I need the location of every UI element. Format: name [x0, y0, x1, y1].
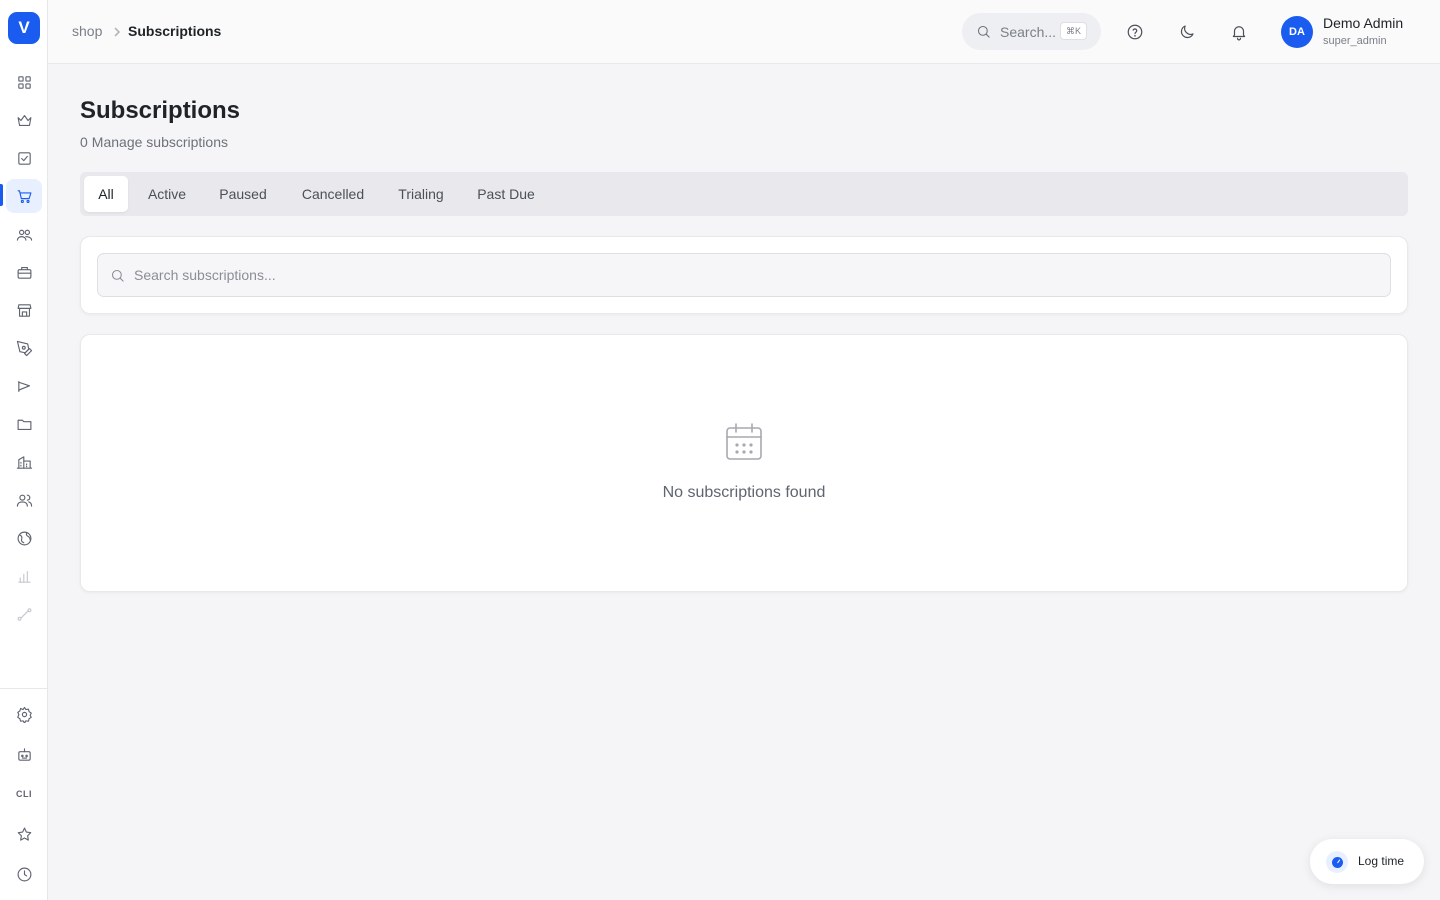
bell-icon: [1232, 26, 1246, 41]
sidebar-item-analytics[interactable]: [6, 559, 42, 593]
stopwatch-icon: [1326, 851, 1348, 873]
page-title: Subscriptions: [80, 97, 241, 124]
user-name[interactable]: Demo Admin: [1323, 15, 1403, 31]
megaphone-icon: [17, 380, 30, 392]
search-icon: [977, 25, 990, 38]
log-time-button[interactable]: Log time: [1310, 839, 1424, 884]
sidebar-item-store[interactable]: [6, 293, 42, 327]
dashboard-grid-icon: [17, 75, 31, 89]
pen-tool-icon: [16, 340, 32, 356]
sidebar-item-bot[interactable]: [6, 737, 42, 771]
sidebar: V CLI: [0, 0, 48, 900]
search-shortcut-badge: ⌘K: [1059, 22, 1087, 40]
tab-paused[interactable]: Paused: [206, 176, 280, 212]
robot-icon: [17, 747, 31, 761]
globe-icon: [17, 531, 31, 545]
clock-icon: [17, 867, 31, 881]
chevron-right-icon: [111, 25, 123, 37]
store-icon: [17, 303, 31, 317]
help-circle-icon: [1127, 24, 1143, 40]
tab-active[interactable]: Active: [132, 176, 202, 212]
app-logo[interactable]: V: [8, 12, 40, 44]
team-icon: [16, 494, 32, 507]
sidebar-item-tasks[interactable]: [6, 141, 42, 175]
user-role: super_admin: [1323, 35, 1387, 47]
cli-label: CLI: [16, 789, 32, 799]
log-time-label: Log time: [1358, 854, 1405, 868]
sidebar-item-routes[interactable]: [6, 597, 42, 631]
tab-all[interactable]: All: [84, 176, 128, 212]
tab-cancelled[interactable]: Cancelled: [284, 176, 382, 212]
search-icon: [111, 269, 124, 282]
tab-past-due[interactable]: Past Due: [460, 176, 552, 212]
moon-icon: [1180, 25, 1194, 39]
sidebar-item-settings[interactable]: [6, 697, 42, 731]
subscription-search: [97, 253, 1391, 297]
empty-state-card: No subscriptions found: [80, 334, 1408, 592]
bar-chart-icon: [17, 570, 31, 583]
route-icon: [17, 607, 31, 621]
sidebar-item-crown[interactable]: [6, 103, 42, 137]
help-button[interactable]: [1123, 20, 1147, 44]
empty-state-message: No subscriptions found: [662, 484, 826, 501]
sidebar-item-community[interactable]: [6, 217, 42, 251]
crown-icon: [17, 114, 31, 126]
sidebar-item-history[interactable]: [6, 857, 42, 891]
global-search-button[interactable]: Search... ⌘K: [962, 13, 1101, 50]
page-subtitle: 0 Manage subscriptions: [80, 134, 228, 150]
search-input[interactable]: [134, 254, 1374, 296]
notifications-button[interactable]: [1227, 20, 1251, 44]
sidebar-item-design[interactable]: [6, 331, 42, 365]
sidebar-item-favorites[interactable]: [6, 817, 42, 851]
buildings-icon: [16, 455, 32, 469]
breadcrumb-current: Subscriptions: [128, 23, 222, 39]
active-indicator: [0, 184, 3, 206]
status-tabs: All Active Paused Cancelled Trialing Pas…: [80, 172, 1408, 216]
global-search-label: Search...: [1000, 23, 1057, 40]
search-card: [80, 236, 1408, 314]
sidebar-item-files[interactable]: [6, 407, 42, 441]
checkbox-icon: [17, 151, 31, 165]
calendar-icon: [723, 421, 765, 463]
sidebar-item-jobs[interactable]: [6, 255, 42, 289]
avatar[interactable]: DA: [1281, 16, 1313, 48]
users-group-icon: [16, 229, 32, 241]
sidebar-item-marketing[interactable]: [6, 369, 42, 403]
sidebar-item-dashboard[interactable]: [6, 65, 42, 99]
theme-toggle-button[interactable]: [1175, 20, 1199, 44]
sidebar-item-cli[interactable]: CLI: [6, 777, 42, 811]
subscription-count: 0: [80, 134, 88, 150]
gear-icon: [16, 706, 32, 723]
breadcrumb-shop[interactable]: shop: [72, 23, 102, 39]
top-header: shop Subscriptions Search... ⌘K DA Demo …: [48, 0, 1440, 64]
star-icon: [17, 827, 31, 841]
folder-icon: [17, 419, 31, 430]
sidebar-item-web[interactable]: [6, 521, 42, 555]
tab-trialing[interactable]: Trialing: [386, 176, 456, 212]
shopping-cart-icon: [17, 189, 31, 203]
briefcase-icon: [17, 266, 31, 279]
page-subtitle-text: Manage subscriptions: [91, 134, 228, 150]
sidebar-item-team[interactable]: [6, 483, 42, 517]
sidebar-divider: [0, 688, 47, 689]
sidebar-item-shop[interactable]: [6, 179, 42, 213]
sidebar-item-organizations[interactable]: [6, 445, 42, 479]
